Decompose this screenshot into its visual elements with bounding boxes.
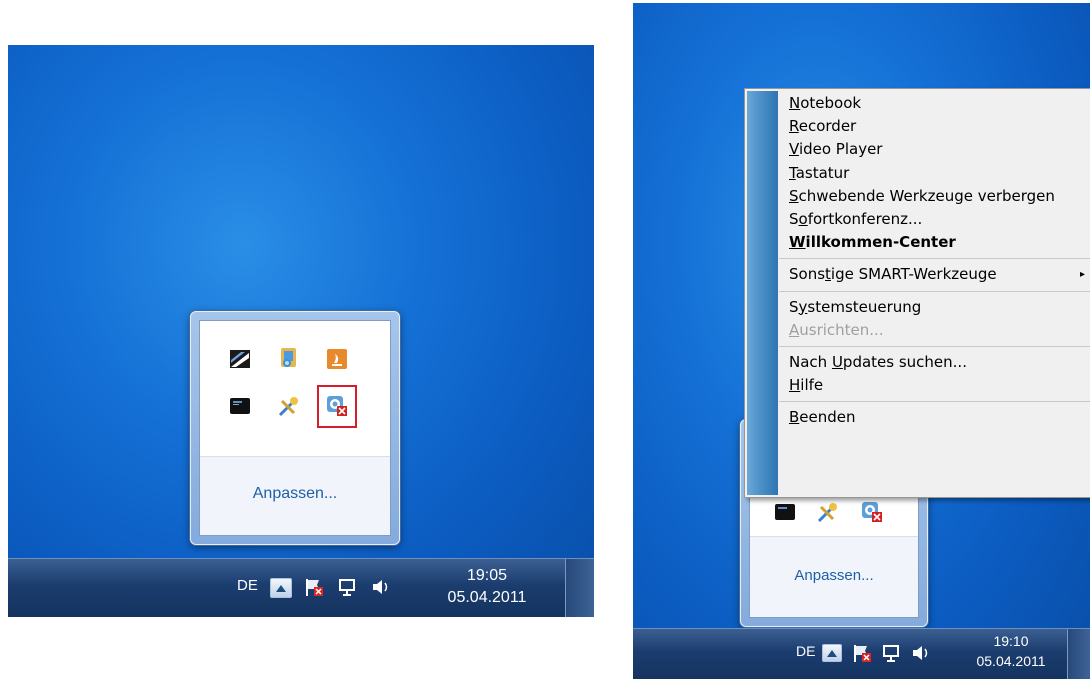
customize-link[interactable]: Anpassen... [200, 485, 390, 503]
submenu-arrow-icon: ▸ [1079, 269, 1085, 281]
menu-item-welcome-center[interactable]: Willkommen-Center [789, 231, 1090, 254]
menu-separator [779, 401, 1090, 403]
overflow-content: Anpassen... [199, 320, 391, 536]
menu-separator [779, 345, 1090, 347]
show-desktop-button[interactable] [565, 559, 594, 617]
smart-context-menu: Notebook Recorder Video Player Tastatur … [744, 88, 1090, 498]
windows-update-icon[interactable] [278, 346, 300, 368]
overflow-footer: Anpassen... [200, 456, 390, 535]
action-center-flag-icon[interactable] [304, 577, 324, 597]
show-desktop-button[interactable] [1067, 629, 1090, 679]
menu-item-notebook[interactable]: Notebook [789, 92, 1090, 115]
menu-items: Notebook Recorder Video Player Tastatur … [779, 92, 1090, 429]
menu-item-control-panel[interactable]: Systemsteuerung [789, 296, 1090, 319]
highlight-box [317, 385, 357, 428]
chevron-up-icon [276, 584, 286, 592]
menu-item-keyboard[interactable]: Tastatur [789, 162, 1090, 185]
customize-link[interactable]: Anpassen... [750, 567, 918, 584]
language-indicator[interactable]: DE [237, 577, 258, 594]
show-hidden-icons-button[interactable] [270, 578, 292, 598]
menu-item-instant-conference[interactable]: Sofortkonferenz... [789, 208, 1090, 231]
network-icon[interactable] [882, 643, 902, 663]
left-screenshot: Anpassen... DE 19:05 05.04.2011 [8, 45, 594, 617]
notification-overflow-window: Anpassen... [190, 311, 400, 545]
device-app-icon[interactable] [774, 501, 796, 523]
menu-item-recorder[interactable]: Recorder [789, 115, 1090, 138]
menu-item-help[interactable]: Hilfe [789, 374, 1090, 397]
menu-item-check-updates[interactable]: Nach Updates suchen... [789, 351, 1090, 374]
volume-icon[interactable] [911, 643, 931, 663]
smart-tools-disconnected-icon[interactable] [861, 501, 883, 523]
menu-separator [779, 258, 1090, 260]
volume-icon[interactable] [371, 577, 391, 597]
menu-item-other-smart-tools[interactable]: Sonstige SMART-Werkzeuge ▸ [789, 263, 1090, 286]
action-center-flag-icon[interactable] [852, 643, 872, 663]
menu-item-hide-floating-tools[interactable]: Schwebende Werkzeuge verbergen [789, 185, 1090, 208]
device-app-icon[interactable] [229, 395, 251, 417]
tool-icon[interactable] [817, 501, 839, 523]
right-screenshot: Anpassen... Notebook Recorder Video Play… [633, 3, 1090, 679]
clock-date: 05.04.2011 [976, 653, 1046, 669]
menu-item-orient: Ausrichten... [789, 320, 884, 339]
clock[interactable]: 19:10 05.04.2011 [967, 631, 1055, 671]
clock-date: 05.04.2011 [447, 589, 527, 606]
clock-time: 19:05 [466, 567, 508, 584]
language-indicator[interactable]: DE [796, 643, 815, 659]
menu-separator [779, 290, 1090, 292]
overflow-footer: Anpassen... [750, 536, 918, 617]
taskbar: DE 19:10 05.04.2011 [633, 628, 1090, 679]
smart-board-icon[interactable] [229, 348, 251, 370]
menu-item-exit[interactable]: Beenden [789, 406, 1090, 429]
tool-icon[interactable] [278, 395, 300, 417]
show-hidden-icons-button[interactable] [822, 644, 842, 662]
menu-item-video-player[interactable]: Video Player [789, 138, 1090, 161]
clock[interactable]: 19:05 05.04.2011 [440, 565, 534, 609]
clock-time: 19:10 [993, 633, 1029, 649]
java-update-icon[interactable] [326, 348, 348, 370]
network-icon[interactable] [338, 577, 358, 597]
taskbar: DE 19:05 05.04.2011 [8, 558, 594, 617]
chevron-up-icon [827, 649, 837, 657]
menu-side-stripe [747, 91, 778, 495]
